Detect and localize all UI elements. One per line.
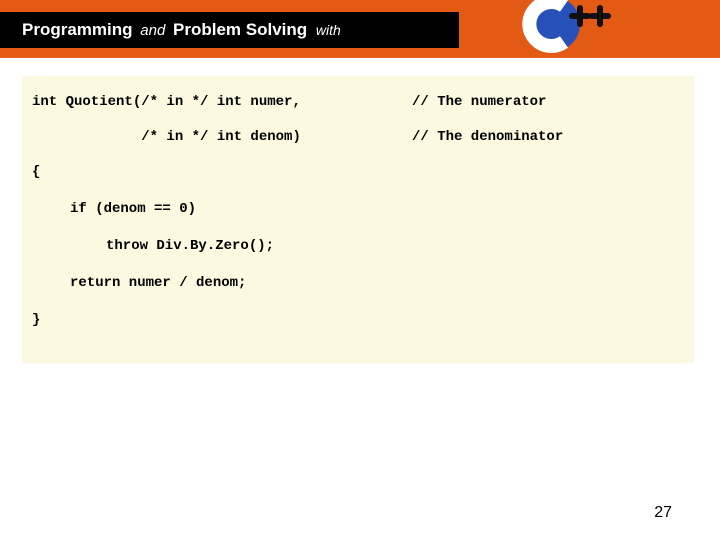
func-sig-line2: /* in */ int denom): [32, 127, 412, 148]
brace-close: }: [32, 310, 684, 331]
page-number: 27: [654, 504, 672, 522]
code-block: int Quotient(/* in */ int numer, // The …: [22, 76, 694, 363]
if-line: if (denom == 0): [32, 199, 684, 220]
title-word-programming: Programming: [22, 20, 133, 39]
title-bar: Programming and Problem Solving with: [0, 0, 720, 58]
title-word-with: with: [316, 22, 341, 38]
return-line: return numer / denom;: [32, 273, 684, 294]
comment-denominator: // The denominator: [412, 127, 563, 148]
book-title: Programming and Problem Solving with: [0, 12, 459, 48]
code-line-2: /* in */ int denom) // The denominator: [32, 127, 684, 148]
title-word-and: and: [140, 22, 165, 39]
code-line-1: int Quotient(/* in */ int numer, // The …: [32, 92, 684, 113]
func-sig-line1: int Quotient(/* in */ int numer,: [32, 92, 412, 113]
title-word-problem-solving: Problem Solving: [173, 20, 307, 39]
comment-numerator: // The numerator: [412, 92, 546, 113]
throw-line: throw Div.By.Zero();: [32, 236, 684, 257]
brace-open: {: [32, 162, 684, 183]
cpp-logo-icon: [522, 0, 612, 54]
